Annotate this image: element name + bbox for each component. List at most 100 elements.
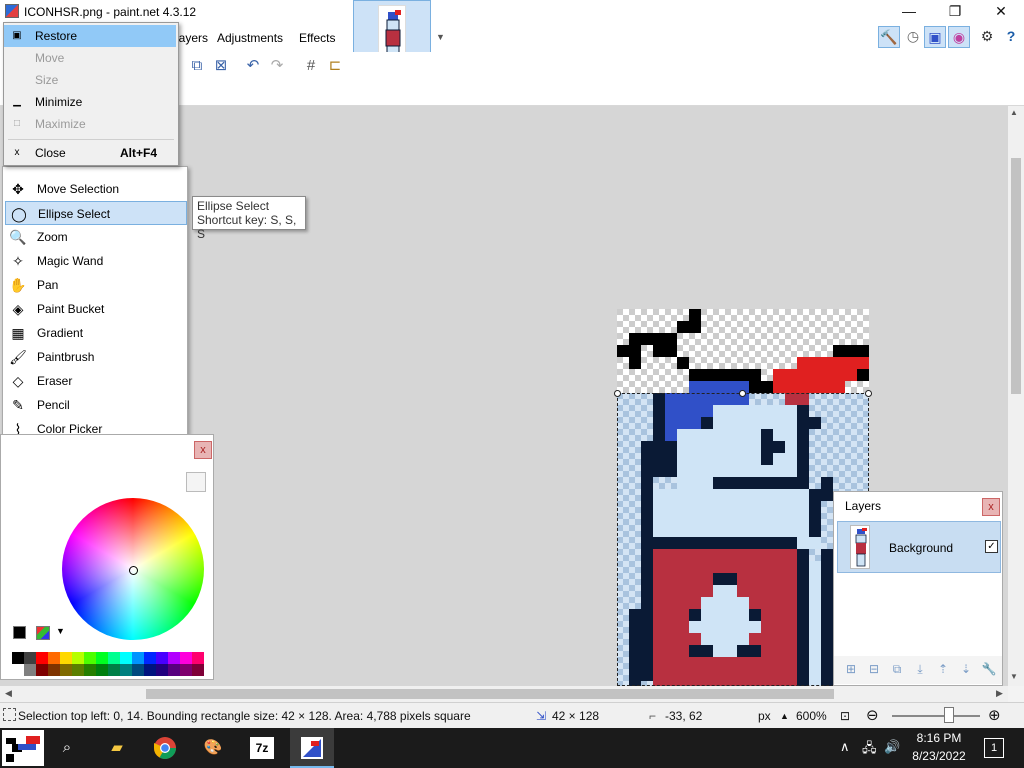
colors-panel-close-button[interactable]: x xyxy=(194,441,212,459)
tool-move-selection[interactable]: ✥ Move Selection xyxy=(5,177,187,201)
sysmenu-item-close[interactable]: x Close Alt+F4 xyxy=(4,142,176,164)
help-icon[interactable]: ? xyxy=(1000,26,1022,48)
palette-swatch[interactable] xyxy=(156,664,168,676)
history-window-toggle-icon[interactable]: ◷ xyxy=(902,26,924,48)
tool-zoom[interactable]: 🔍 Zoom xyxy=(5,225,187,249)
notification-center-button[interactable]: 1 xyxy=(984,738,1004,758)
tool-paintbrush[interactable]: 🖌 Paintbrush xyxy=(5,345,187,369)
palette-swatch[interactable] xyxy=(60,652,72,664)
sysmenu-item-minimize[interactable]: ▁ Minimize xyxy=(4,91,176,113)
tool-magic-wand[interactable]: ✧ Magic Wand xyxy=(5,249,187,273)
zoom-slider-thumb[interactable] xyxy=(944,707,954,723)
vertical-scroll-thumb[interactable] xyxy=(1011,158,1021,394)
zoom-to-window-icon[interactable]: ⊡ xyxy=(840,709,850,723)
paintnet-app-icon[interactable] xyxy=(5,4,19,18)
palette-swatch[interactable] xyxy=(72,664,84,676)
chrome-icon[interactable] xyxy=(152,735,178,761)
network-icon[interactable]: 🖧 xyxy=(862,739,877,761)
zoom-slider-track[interactable] xyxy=(892,715,980,717)
tool-eraser[interactable]: ◇ Eraser xyxy=(5,369,187,393)
palette-swatch[interactable] xyxy=(108,652,120,664)
palette-swatch[interactable] xyxy=(24,664,36,676)
primary-color-swatch[interactable] xyxy=(13,626,26,639)
selection-handle[interactable] xyxy=(739,390,746,397)
layers-panel-close-button[interactable]: x xyxy=(982,498,1000,516)
palette-swatch[interactable] xyxy=(36,664,48,676)
palette-swatch[interactable] xyxy=(48,664,60,676)
duplicate-layer-icon[interactable]: ⧉ xyxy=(888,660,906,678)
palette-swatch[interactable] xyxy=(72,652,84,664)
file-explorer-icon[interactable]: ▰ xyxy=(104,735,130,761)
menu-effects[interactable]: Effects xyxy=(299,31,335,45)
palette-swatch[interactable] xyxy=(132,652,144,664)
scroll-down-icon[interactable]: ▼ xyxy=(1010,672,1018,681)
palette-swatch[interactable] xyxy=(84,652,96,664)
delete-layer-icon[interactable]: ⊟ xyxy=(865,660,883,678)
palette-icon[interactable] xyxy=(36,626,50,640)
color-wheel-marker[interactable] xyxy=(129,566,138,575)
tool-gradient[interactable]: ▦ Gradient xyxy=(5,321,187,345)
merge-layer-icon[interactable]: ⤓ xyxy=(911,660,929,678)
show-hidden-icons-icon[interactable]: ∧ xyxy=(840,739,850,755)
zoom-in-icon[interactable]: ⊕ xyxy=(988,706,1001,724)
zoom-level[interactable]: 600% xyxy=(796,709,827,723)
redo-icon[interactable]: ↷ xyxy=(268,57,286,75)
sysmenu-item-restore[interactable]: ▣ Restore xyxy=(4,25,176,47)
selection-handle[interactable] xyxy=(614,390,621,397)
clock-time[interactable]: 8:16 PM xyxy=(904,731,974,745)
start-button[interactable] xyxy=(2,730,44,766)
undo-icon[interactable]: ↶ xyxy=(244,57,262,75)
palette-swatch[interactable] xyxy=(120,652,132,664)
palette-swatch[interactable] xyxy=(12,652,24,664)
layer-properties-icon[interactable]: 🔧 xyxy=(980,660,998,678)
scroll-left-icon[interactable]: ◀ xyxy=(5,688,12,699)
colors-window-toggle-icon[interactable]: ◉ xyxy=(948,26,970,48)
colors-more-button[interactable] xyxy=(186,472,206,492)
palette-swatch[interactable] xyxy=(96,664,108,676)
palette-swatch[interactable] xyxy=(144,652,156,664)
tool-ellipse-select[interactable]: ◯ Ellipse Select xyxy=(5,201,187,225)
menu-adjustments[interactable]: Adjustments xyxy=(217,31,283,45)
tools-window-toggle-icon[interactable]: 🔨 xyxy=(878,26,900,48)
scroll-right-icon[interactable]: ▶ xyxy=(996,688,1003,699)
layer-visibility-checkbox[interactable]: ✓ xyxy=(985,540,998,553)
settings-gear-icon[interactable]: ⚙ xyxy=(976,26,998,48)
clock-date[interactable]: 8/23/2022 xyxy=(904,749,974,763)
palette-swatch[interactable] xyxy=(120,664,132,676)
zoom-out-icon[interactable]: ⊖ xyxy=(866,706,879,724)
horizontal-scroll-thumb[interactable] xyxy=(146,689,834,699)
maximize-button[interactable]: ❐ xyxy=(932,0,978,24)
palette-swatch[interactable] xyxy=(168,652,180,664)
crop-to-selection-icon[interactable]: ⧉ xyxy=(188,57,206,75)
palette-swatch[interactable] xyxy=(12,664,24,676)
tab-dropdown-icon[interactable]: ▼ xyxy=(436,32,445,42)
palette-swatch[interactable] xyxy=(180,664,192,676)
palette-swatch[interactable] xyxy=(168,664,180,676)
layers-window-toggle-icon[interactable]: ▣ xyxy=(924,26,946,48)
minimize-button[interactable]: — xyxy=(886,0,932,24)
close-button[interactable]: ✕ xyxy=(978,0,1024,24)
palette-swatch[interactable] xyxy=(156,652,168,664)
7zip-icon[interactable]: 7z xyxy=(250,737,274,759)
pixel-grid-icon[interactable]: # xyxy=(302,57,320,75)
color-palette[interactable] xyxy=(12,652,204,676)
palette-swatch[interactable] xyxy=(48,652,60,664)
palette-swatch[interactable] xyxy=(192,652,204,664)
palette-swatch[interactable] xyxy=(132,664,144,676)
palette-swatch[interactable] xyxy=(192,664,204,676)
palette-swatch[interactable] xyxy=(24,652,36,664)
rulers-icon[interactable]: ⊏ xyxy=(326,57,344,75)
palette-swatch[interactable] xyxy=(180,652,192,664)
units-selector[interactable]: px xyxy=(758,709,771,723)
palette-swatch[interactable] xyxy=(108,664,120,676)
palette-swatch[interactable] xyxy=(84,664,96,676)
add-layer-icon[interactable]: ⊞ xyxy=(842,660,860,678)
scroll-up-icon[interactable]: ▲ xyxy=(1010,108,1018,117)
units-dropdown-icon[interactable]: ▲ xyxy=(780,711,789,721)
deselect-icon[interactable]: ⊠ xyxy=(212,57,230,75)
palette-swatch[interactable] xyxy=(36,652,48,664)
palette-swatch[interactable] xyxy=(144,664,156,676)
selection-handle[interactable] xyxy=(865,390,872,397)
palette-dropdown-icon[interactable]: ▼ xyxy=(56,626,65,636)
tool-pan[interactable]: ✋ Pan xyxy=(5,273,187,297)
